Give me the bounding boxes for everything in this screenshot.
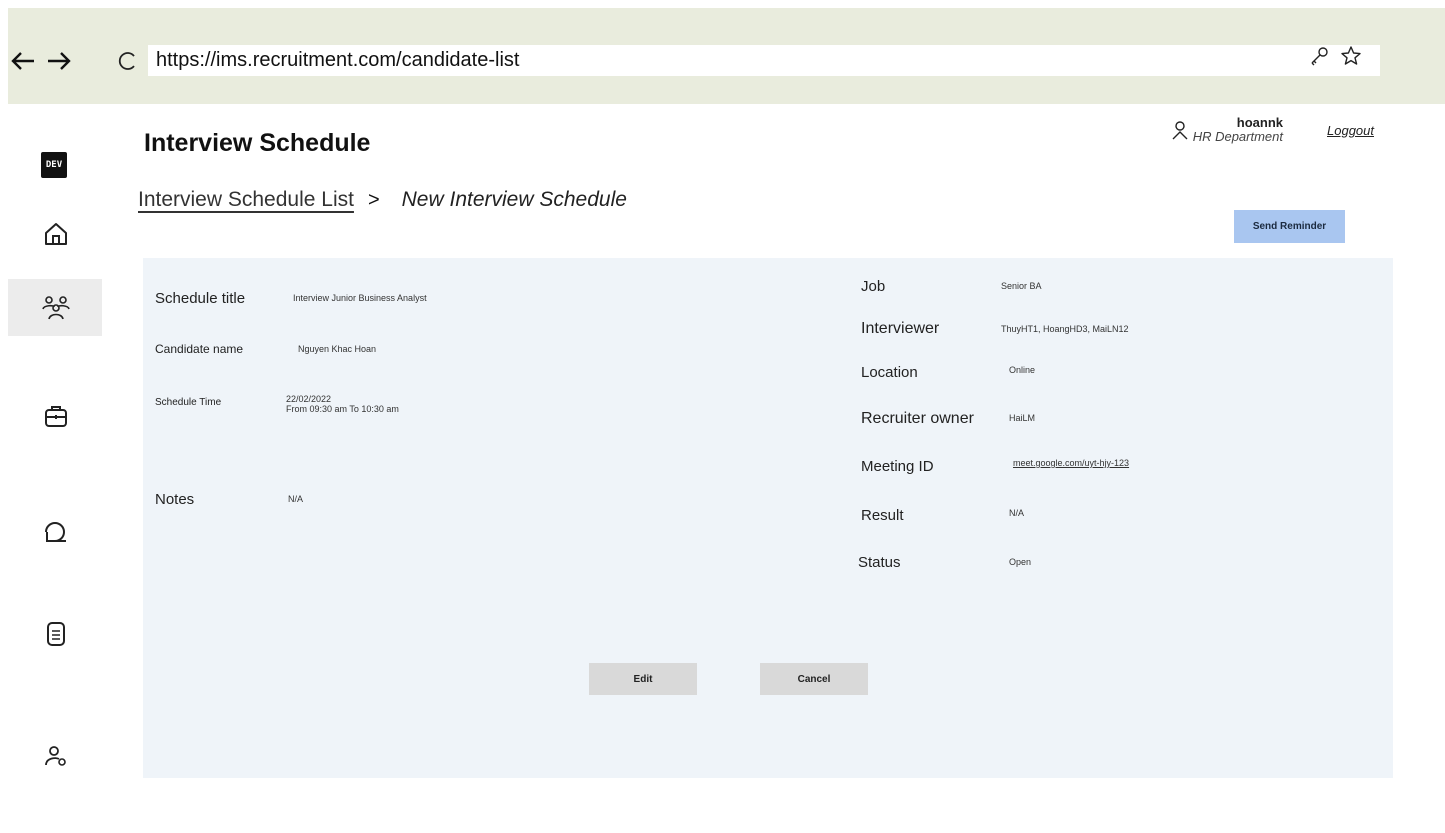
arrow-left-icon[interactable]	[8, 46, 38, 76]
arrow-right-icon[interactable]	[44, 46, 74, 76]
url-bar[interactable]: https://ims.recruitment.com/candidate-li…	[148, 45, 1380, 76]
chevron-right-icon: >	[367, 188, 380, 211]
location-value: Online	[1009, 365, 1036, 375]
job-label: Job	[861, 278, 886, 295]
notes-label: Notes	[155, 491, 195, 508]
schedule-title-value: Interview Junior Business Analyst	[293, 293, 427, 303]
app-frame: https://ims.recruitment.com/candidate-li…	[8, 8, 1445, 833]
schedule-time-label: Schedule Time	[155, 397, 222, 408]
interviewer-label: Interviewer	[861, 320, 940, 337]
recruiter-owner-label: Recruiter owner	[861, 410, 974, 427]
logout-link[interactable]: Loggout	[1327, 123, 1374, 138]
star-icon[interactable]	[1340, 45, 1362, 77]
url-actions	[1308, 45, 1362, 76]
location-label: Location	[861, 364, 918, 381]
browser-toolbar: https://ims.recruitment.com/candidate-li…	[8, 8, 1445, 104]
recruiter-owner-value: HaiLM	[1009, 413, 1036, 423]
status-value: Open	[1009, 557, 1032, 567]
candidates-icon[interactable]	[36, 288, 76, 328]
notes-value: N/A	[288, 494, 304, 504]
status-label: Status	[858, 554, 901, 571]
user-department: HR Department	[1192, 129, 1283, 144]
candidate-name-label: Candidate name	[155, 342, 244, 356]
job-value: Senior BA	[1001, 281, 1042, 291]
breadcrumb-parent-link[interactable]: Interview Schedule List	[138, 188, 354, 212]
cancel-button[interactable]: Cancel	[760, 663, 868, 695]
user-settings-icon[interactable]	[36, 736, 76, 776]
dev-logo: DEV	[41, 152, 67, 178]
url-text: https://ims.recruitment.com/candidate-li…	[156, 49, 520, 71]
user-info: hoannk HR Department	[1193, 116, 1283, 144]
schedule-title-label: Schedule title	[155, 290, 246, 307]
document-icon[interactable]	[36, 614, 76, 654]
key-icon[interactable]	[1308, 45, 1330, 77]
schedule-time-range: From 09:30 am To 10:30 am	[286, 404, 399, 414]
home-icon[interactable]	[36, 214, 76, 254]
briefcase-icon[interactable]	[36, 396, 76, 436]
meeting-id-label: Meeting ID	[861, 458, 934, 475]
breadcrumb: Interview Schedule List > New Interview …	[138, 188, 627, 212]
sidebar: DEV	[8, 104, 102, 833]
schedule-details-panel: Schedule title Interview Junior Business…	[143, 258, 1393, 778]
page-title: Interview Schedule	[144, 129, 371, 157]
meeting-id-link[interactable]: meet.google.com/uyt-hjy-123	[1013, 458, 1129, 469]
result-label: Result	[861, 507, 904, 524]
candidate-name-value: Nguyen Khac Hoan	[298, 344, 377, 354]
send-reminder-button[interactable]: Send Reminder	[1234, 210, 1345, 243]
user-icon[interactable]	[1170, 120, 1190, 147]
username: hoannk	[1236, 115, 1283, 130]
reload-icon[interactable]	[112, 46, 142, 76]
interviewer-value: ThuyHT1, HoangHD3, MaiLN12	[1001, 324, 1129, 334]
chat-icon[interactable]	[36, 512, 76, 552]
breadcrumb-current: New Interview Schedule	[401, 188, 627, 211]
result-value: N/A	[1009, 508, 1025, 518]
edit-button[interactable]: Edit	[589, 663, 697, 695]
